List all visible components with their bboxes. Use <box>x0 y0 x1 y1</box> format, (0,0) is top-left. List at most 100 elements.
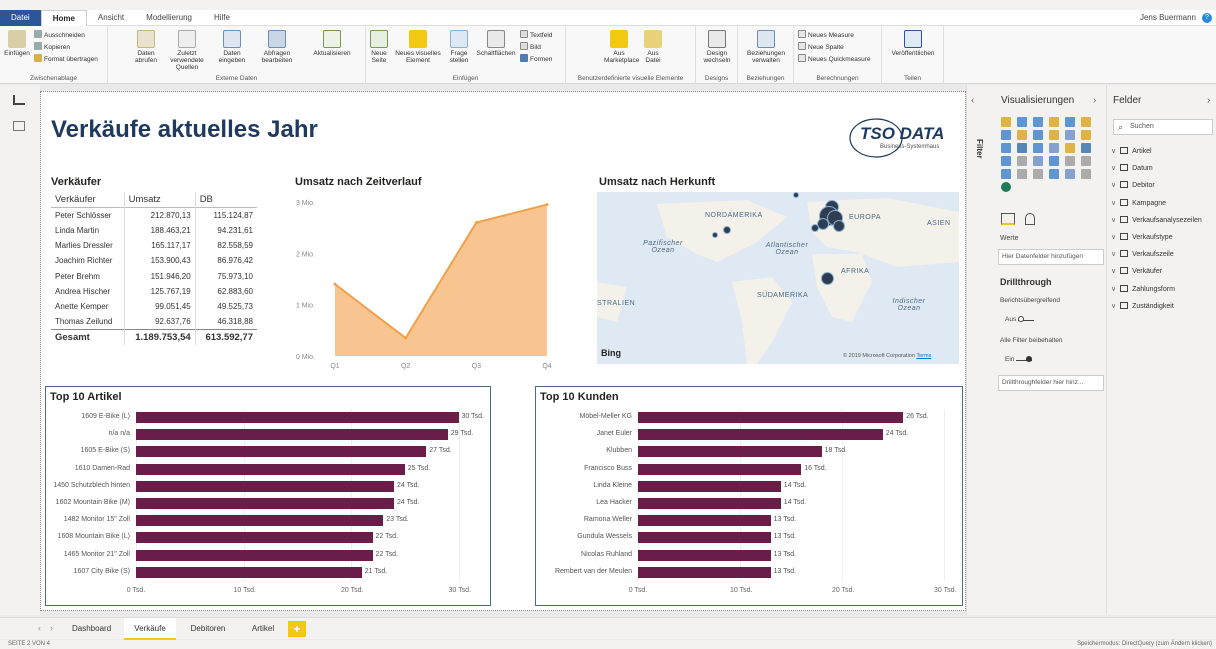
field-table-item[interactable]: ∨ Artikel <box>1111 143 1152 160</box>
visual-type-icon[interactable] <box>1033 143 1043 153</box>
image-button[interactable]: Bild <box>520 42 541 52</box>
refresh-button[interactable]: Aktualisieren <box>306 30 358 57</box>
more-visuals-icon[interactable] <box>1001 182 1011 192</box>
expand-fields-chevron-icon[interactable]: › <box>1207 95 1210 106</box>
format-painter-button[interactable]: Format übertragen <box>34 54 98 64</box>
visual-type-icon[interactable] <box>1065 156 1075 166</box>
new-quickmeasure-button[interactable]: Neues Quickmeasure <box>798 54 871 64</box>
table-row[interactable]: Anette Kemper 99.051,45 49.525,73 <box>51 299 257 315</box>
visual-type-icon[interactable] <box>1017 143 1027 153</box>
fields-tab-icon[interactable] <box>1001 213 1015 225</box>
expand-chevron-icon[interactable]: › <box>1093 95 1096 106</box>
field-table-item[interactable]: ∨ Zuständigkeit <box>1111 298 1174 315</box>
fields-search-input[interactable]: ⌕ Suchen <box>1113 119 1213 135</box>
map-bubble[interactable] <box>723 226 731 234</box>
table-row[interactable]: Peter Brehm 151.946,20 75.973,10 <box>51 268 257 284</box>
paste-button[interactable]: Einfügen <box>2 30 32 57</box>
recent-sources-button[interactable]: Zuletzt verwendete Quellen <box>164 30 210 71</box>
bar[interactable] <box>638 446 822 458</box>
visual-type-icon[interactable] <box>1033 156 1043 166</box>
bar[interactable] <box>136 446 427 458</box>
bar[interactable] <box>136 429 448 441</box>
ask-question-button[interactable]: Frage stellen <box>444 30 474 64</box>
visual-type-icon[interactable] <box>1017 117 1027 127</box>
bar[interactable] <box>136 480 394 492</box>
new-visual-button[interactable]: Neues visuelles Element <box>394 30 442 64</box>
cross-report-toggle[interactable]: Aus <box>1005 315 1035 323</box>
publish-button[interactable]: Veröffentlichen <box>886 30 940 57</box>
prev-page-icon[interactable]: ‹ <box>38 623 41 633</box>
visual-type-icon[interactable] <box>1017 169 1027 179</box>
visual-type-icon[interactable] <box>1001 130 1011 140</box>
new-column-button[interactable]: Neue Spalte <box>798 42 844 52</box>
drillthrough-drop-zone[interactable]: Drillthroughfelder hier hinz... <box>998 375 1104 391</box>
report-view-icon[interactable] <box>13 95 25 105</box>
table-row[interactable]: Marlies Dressler 165.117,17 82.558,59 <box>51 237 257 254</box>
help-icon[interactable]: ? <box>1202 13 1212 23</box>
map-bubble[interactable] <box>821 272 834 285</box>
field-table-item[interactable]: ∨ Verkäufer <box>1111 263 1162 280</box>
visual-type-icon[interactable] <box>1049 169 1059 179</box>
visual-type-icon[interactable] <box>1049 143 1059 153</box>
bar[interactable] <box>638 532 771 544</box>
visual-type-icon[interactable] <box>1081 117 1091 127</box>
cut-button[interactable]: Ausschneiden <box>34 30 85 40</box>
visual-type-icon[interactable] <box>1001 117 1011 127</box>
visual-type-icon[interactable] <box>1081 156 1091 166</box>
new-page-button[interactable]: Neue Seite <box>366 30 392 64</box>
textbox-button[interactable]: Textfeld <box>520 30 552 40</box>
visual-type-icon[interactable] <box>1065 143 1075 153</box>
bar[interactable] <box>638 549 771 561</box>
add-page-button[interactable]: + <box>288 621 306 637</box>
visual-type-icon[interactable] <box>1033 130 1043 140</box>
visual-type-icon[interactable] <box>1001 143 1011 153</box>
enter-data-button[interactable]: Daten eingeben <box>214 30 250 64</box>
visual-type-icon[interactable] <box>1033 169 1043 179</box>
table-row[interactable]: Joachim Richter 153.900,43 86.976,42 <box>51 253 257 269</box>
bar[interactable] <box>136 515 384 527</box>
marketplace-button[interactable]: Aus Marketplace <box>604 30 639 64</box>
field-table-item[interactable]: ∨ Verkaufszeile <box>1111 246 1174 263</box>
data-point[interactable] <box>404 336 408 340</box>
bar[interactable] <box>638 498 781 509</box>
tab-datei[interactable]: Datei <box>0 9 41 26</box>
bar[interactable] <box>638 566 771 578</box>
table-row[interactable]: Linda Martin 188.463,21 94.231,61 <box>51 222 257 238</box>
table-row[interactable]: Andrea Hischer 125.767,19 62.883,60 <box>51 283 257 300</box>
visual-type-icon[interactable] <box>1001 156 1011 166</box>
visual-type-icon[interactable] <box>1033 117 1043 127</box>
visual-type-icon[interactable] <box>1065 169 1075 179</box>
data-point[interactable] <box>333 282 337 286</box>
visual-type-icon[interactable] <box>1017 156 1027 166</box>
page-tab-artikel[interactable]: Artikel <box>240 618 286 640</box>
bar[interactable] <box>638 412 904 423</box>
manage-relationships-button[interactable]: Beziehungen verwalten <box>742 30 790 64</box>
keep-filters-toggle[interactable]: Ein <box>1005 355 1033 363</box>
page-tab-debitoren[interactable]: Debitoren <box>180 618 236 640</box>
edit-queries-button[interactable]: Abfragen bearbeiten <box>256 30 298 64</box>
table-row[interactable]: Peter Schlösser 212.870,13 115.124,87 <box>51 207 257 223</box>
field-table-item[interactable]: ∨ Datum <box>1111 160 1153 177</box>
bar[interactable] <box>136 412 459 423</box>
field-table-item[interactable]: ∨ Zahlungsform <box>1111 281 1175 298</box>
visual-type-icon[interactable] <box>1065 130 1075 140</box>
bar[interactable] <box>136 532 373 544</box>
data-point[interactable] <box>545 203 549 207</box>
terms-link[interactable]: Terms <box>916 353 931 359</box>
map-bubble[interactable] <box>712 232 718 238</box>
top10-kunden-visual[interactable]: Top 10 Kunden 0 Tsd. 10 Tsd. 20 Tsd. 30 Tsd… <box>535 386 963 606</box>
field-table-item[interactable]: ∨ Verkaufsanalysezeilen <box>1111 212 1202 229</box>
bar[interactable] <box>136 498 394 509</box>
page-tab-dashboard[interactable]: Dashboard <box>62 618 118 640</box>
copy-button[interactable]: Kopieren <box>34 42 70 52</box>
visual-type-icon[interactable] <box>1081 143 1091 153</box>
filter-tab[interactable]: Filter <box>975 139 984 159</box>
tab-home[interactable]: Home <box>40 9 87 26</box>
bar[interactable] <box>638 429 883 441</box>
field-table-item[interactable]: ∨ Verkaufstype <box>1111 229 1173 246</box>
shapes-button[interactable]: Formen <box>520 54 552 64</box>
map-bubble[interactable] <box>811 224 819 232</box>
format-tab-icon[interactable] <box>1025 213 1035 225</box>
tab-hilfe[interactable]: Hilfe <box>203 10 241 26</box>
get-data-button[interactable]: Daten abrufen <box>132 30 160 64</box>
